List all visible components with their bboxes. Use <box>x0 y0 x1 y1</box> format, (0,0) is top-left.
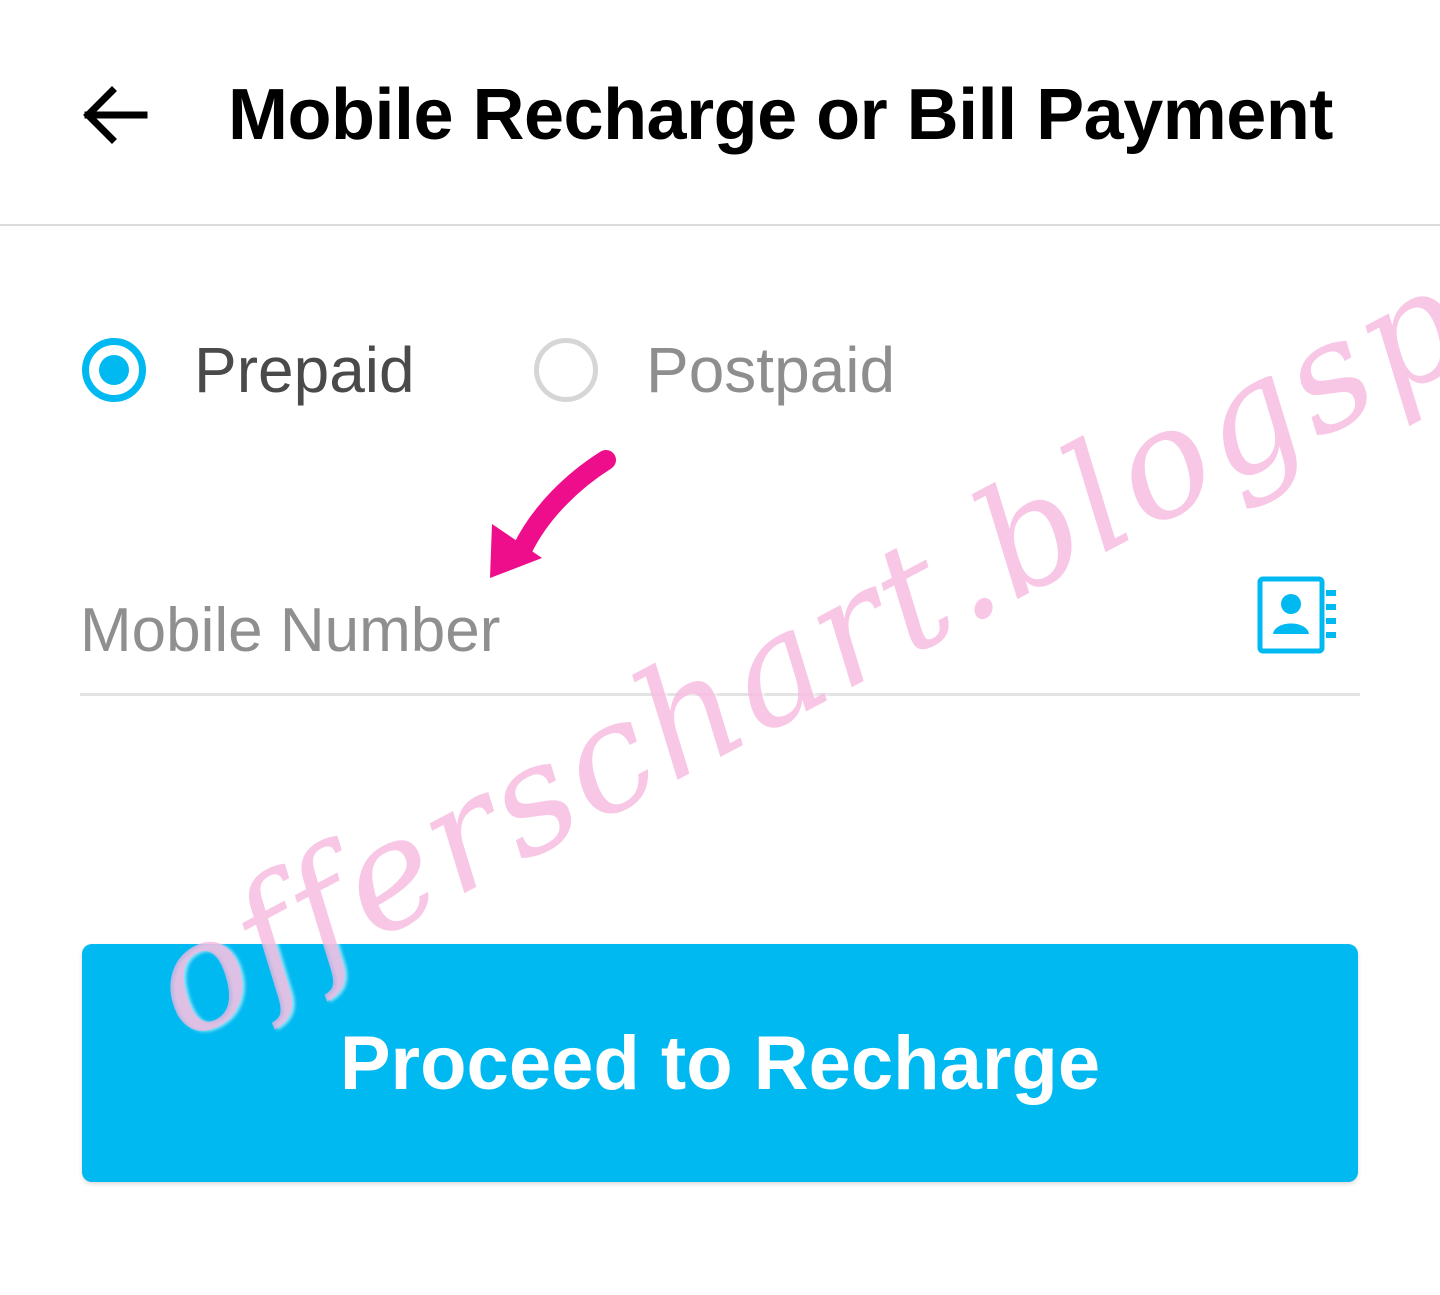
app-header: Mobile Recharge or Bill Payment <box>0 0 1440 226</box>
contact-picker-button[interactable] <box>1256 574 1342 658</box>
arrow-left-icon <box>83 86 148 144</box>
radio-unselected-icon <box>534 338 598 402</box>
recharge-type-radio-group: Prepaid Postpaid <box>82 330 982 410</box>
back-button[interactable] <box>70 70 160 160</box>
radio-prepaid-label: Prepaid <box>194 334 415 406</box>
contact-book-icon <box>1257 576 1336 654</box>
page-title: Mobile Recharge or Bill Payment <box>228 75 1333 155</box>
mobile-recharge-screen: Mobile Recharge or Bill Payment Prepaid … <box>0 0 1440 1295</box>
radio-prepaid[interactable]: Prepaid <box>82 330 415 410</box>
mobile-number-input[interactable] <box>80 580 1230 680</box>
mobile-number-field <box>80 560 1360 696</box>
proceed-to-recharge-button[interactable]: Proceed to Recharge <box>82 944 1358 1182</box>
radio-postpaid-label: Postpaid <box>646 334 896 406</box>
radio-selected-icon <box>82 338 146 402</box>
radio-postpaid[interactable]: Postpaid <box>534 330 895 410</box>
